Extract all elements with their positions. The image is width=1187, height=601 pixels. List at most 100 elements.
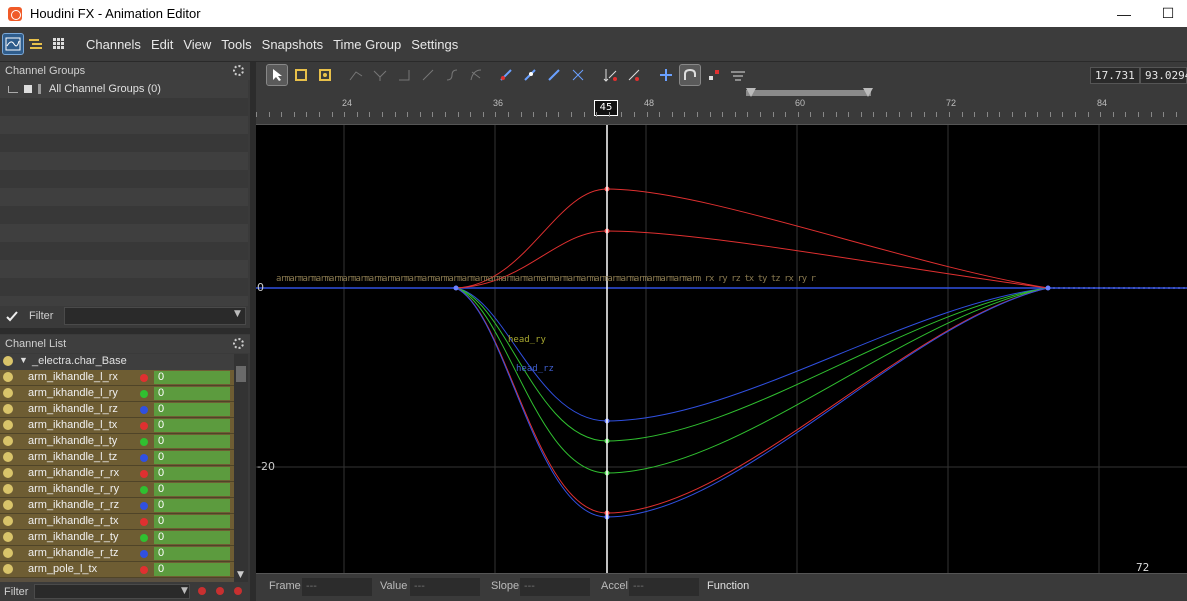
value-field[interactable]: --- bbox=[410, 578, 480, 596]
table-mode-icon[interactable] bbox=[49, 34, 69, 54]
table-row[interactable]: arm_ikhandle_r_ty 0 bbox=[0, 530, 234, 546]
smooth-curve-icon[interactable] bbox=[544, 65, 564, 85]
maximize-button[interactable]: ☐ bbox=[1145, 0, 1187, 27]
key-icon[interactable] bbox=[216, 587, 224, 595]
channel-value-field[interactable]: 0 bbox=[154, 403, 230, 416]
bulb-icon[interactable] bbox=[3, 468, 13, 478]
frame-value-field[interactable]: --- bbox=[302, 578, 372, 596]
table-row[interactable]: arm_ikhandle_r_rz 0 bbox=[0, 498, 234, 514]
ease-tangent-icon[interactable] bbox=[442, 65, 462, 85]
menu-settings[interactable]: Settings bbox=[411, 37, 458, 52]
table-row[interactable]: arm_ikhandle_r_tz 0 bbox=[0, 546, 234, 562]
table-row[interactable]: arm_ikhandle_r_ry 0 bbox=[0, 482, 234, 498]
select-tool-icon[interactable] bbox=[266, 64, 288, 86]
table-row[interactable]: arm_ikhandle_l_tz 0 bbox=[0, 450, 234, 466]
bulb-icon[interactable] bbox=[3, 452, 13, 462]
bulb-icon[interactable] bbox=[3, 532, 13, 542]
bulb-icon[interactable] bbox=[3, 548, 13, 558]
check-icon[interactable] bbox=[6, 310, 18, 322]
chevron-down-icon[interactable]: ▼ bbox=[181, 586, 188, 596]
group-filter-input[interactable] bbox=[64, 307, 246, 325]
curve-canvas[interactable] bbox=[256, 125, 1187, 573]
menu-edit[interactable]: Edit bbox=[151, 37, 173, 52]
chevron-down-icon[interactable]: ▼ bbox=[234, 309, 241, 319]
key-icon[interactable] bbox=[198, 587, 206, 595]
key-icon[interactable] bbox=[234, 587, 242, 595]
auto-tangent-icon[interactable] bbox=[466, 65, 486, 85]
channel-root-row[interactable]: ▼ _electra.char_Base bbox=[0, 354, 234, 370]
curve-graph[interactable]: 0 -20 armarmarmarmarmarmarmarmarmarmarma… bbox=[256, 125, 1187, 587]
key-indicator-icon[interactable] bbox=[140, 550, 148, 558]
bulb-icon[interactable] bbox=[3, 404, 13, 414]
timeline-ruler[interactable]: 24 36 48 60 72 84 45 bbox=[256, 88, 1187, 125]
bulb-icon[interactable] bbox=[3, 420, 13, 430]
key-indicator-icon[interactable] bbox=[140, 486, 148, 494]
function-label[interactable]: Function bbox=[707, 580, 749, 592]
menu-tools[interactable]: Tools bbox=[221, 37, 251, 52]
table-row[interactable]: arm_ikhandle_r_rx 0 bbox=[0, 466, 234, 482]
key-indicator-icon[interactable] bbox=[140, 438, 148, 446]
table-row[interactable]: arm_ikhandle_l_ty 0 bbox=[0, 434, 234, 450]
table-row[interactable]: arm_pole_l_tx 0 bbox=[0, 562, 234, 578]
channel-value-field[interactable]: 0 bbox=[154, 547, 230, 560]
slope-field[interactable]: --- bbox=[520, 578, 590, 596]
bulb-icon[interactable] bbox=[3, 356, 13, 366]
minimize-button[interactable]: — bbox=[1101, 0, 1147, 27]
box-select-icon[interactable] bbox=[291, 65, 311, 85]
gear-icon[interactable] bbox=[233, 338, 244, 349]
move-view-icon[interactable] bbox=[656, 65, 676, 85]
channel-value-field[interactable]: 0 bbox=[154, 563, 230, 576]
scrollbar-thumb[interactable] bbox=[236, 366, 246, 382]
scroll-down-icon[interactable]: ▼ bbox=[237, 570, 244, 580]
box-select-alt-icon[interactable] bbox=[315, 65, 335, 85]
table-row[interactable]: arm_ikhandle_l_rx 0 bbox=[0, 370, 234, 386]
panel-splitter[interactable] bbox=[0, 328, 250, 334]
key-indicator-icon[interactable] bbox=[140, 390, 148, 398]
gear-icon[interactable] bbox=[233, 65, 244, 76]
key-indicator-icon[interactable] bbox=[140, 454, 148, 462]
key-indicator-icon[interactable] bbox=[140, 422, 148, 430]
bulb-icon[interactable] bbox=[3, 516, 13, 526]
channel-value-field[interactable]: 0 bbox=[154, 387, 230, 400]
range-start-handle[interactable] bbox=[746, 88, 756, 97]
accel-field[interactable]: --- bbox=[629, 578, 699, 596]
menu-time-group[interactable]: Time Group bbox=[333, 37, 401, 52]
noise-curve-icon[interactable] bbox=[568, 65, 588, 85]
channel-value-field[interactable]: 0 bbox=[154, 467, 230, 480]
table-row[interactable]: arm_ikhandle_l_rz 0 bbox=[0, 402, 234, 418]
dopesheet-mode-icon[interactable] bbox=[26, 34, 46, 54]
time-range-bar[interactable] bbox=[746, 90, 871, 96]
bulb-icon[interactable] bbox=[3, 500, 13, 510]
graph-mode-icon[interactable] bbox=[2, 33, 24, 55]
key-indicator-icon[interactable] bbox=[140, 470, 148, 478]
tangent-tool-icon[interactable] bbox=[346, 65, 366, 85]
channel-value-field[interactable]: 0 bbox=[154, 483, 230, 496]
scale-keys-icon[interactable] bbox=[624, 65, 644, 85]
menu-snapshots[interactable]: Snapshots bbox=[262, 37, 323, 52]
key-indicator-icon[interactable] bbox=[140, 534, 148, 542]
channel-list-scrollbar[interactable]: ▼ bbox=[234, 354, 248, 582]
bulb-icon[interactable] bbox=[3, 388, 13, 398]
ghost-icon[interactable] bbox=[728, 65, 748, 85]
channel-value-field[interactable]: 0 bbox=[154, 531, 230, 544]
current-frame-indicator[interactable]: 45 bbox=[594, 100, 618, 116]
bulb-icon[interactable] bbox=[3, 564, 13, 574]
y-readout[interactable]: 93.0294 bbox=[1140, 67, 1187, 84]
retime-icon[interactable] bbox=[600, 65, 620, 85]
menu-view[interactable]: View bbox=[183, 37, 211, 52]
key-indicator-icon[interactable] bbox=[140, 502, 148, 510]
sketch-curve-icon[interactable] bbox=[520, 65, 540, 85]
x-readout[interactable]: 17.731 bbox=[1090, 67, 1140, 84]
range-end-handle[interactable] bbox=[863, 88, 873, 97]
channel-value-field[interactable]: 0 bbox=[154, 419, 230, 432]
draw-curve-icon[interactable] bbox=[496, 65, 516, 85]
channel-value-field[interactable]: 0 bbox=[154, 515, 230, 528]
channel-value-field[interactable]: 0 bbox=[154, 451, 230, 464]
table-row[interactable]: arm_ikhandle_r_tx 0 bbox=[0, 514, 234, 530]
channel-value-field[interactable]: 0 bbox=[154, 435, 230, 448]
key-indicator-icon[interactable] bbox=[140, 406, 148, 414]
table-row[interactable]: arm_ikhandle_l_tx 0 bbox=[0, 418, 234, 434]
list-filter-input[interactable] bbox=[34, 584, 190, 599]
channel-value-field[interactable]: 0 bbox=[154, 499, 230, 512]
key-indicator-icon[interactable] bbox=[140, 518, 148, 526]
